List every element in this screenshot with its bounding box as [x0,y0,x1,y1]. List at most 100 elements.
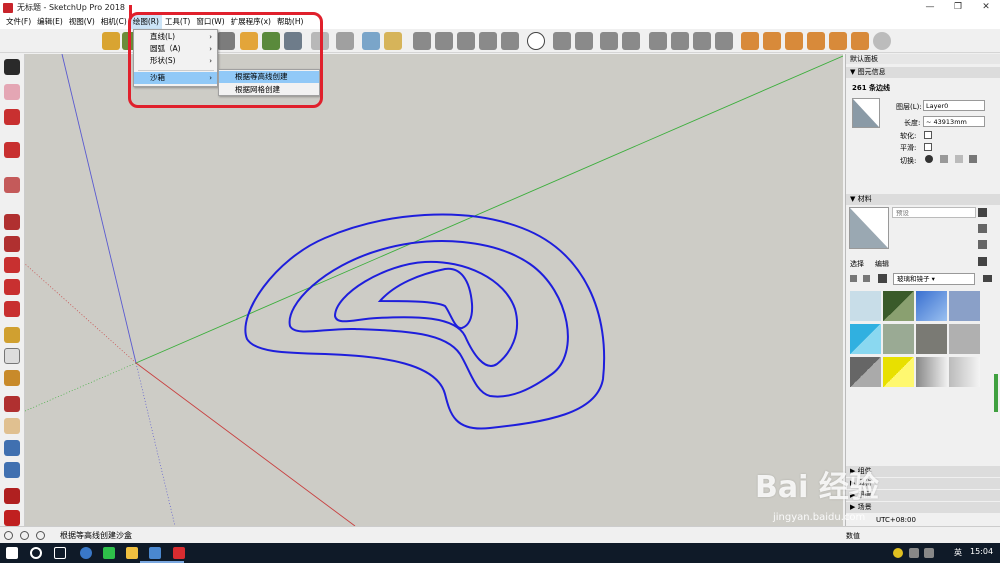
menu-view[interactable]: 视图(V) [66,15,98,29]
file-explorer-icon[interactable] [126,547,138,559]
move-icon[interactable] [4,257,20,273]
menu-file[interactable]: 文件(F) [3,15,34,29]
layer-select[interactable]: Layer0 [923,100,985,111]
swatch-glass-textured[interactable] [949,324,980,354]
smooth-checkbox[interactable] [924,143,932,151]
swatch-glass-blue[interactable] [916,291,947,321]
back-arrow-icon[interactable] [850,275,857,282]
model-viewport[interactable] [25,54,843,526]
tray-app-icon[interactable] [893,548,903,558]
terrain-icon[interactable] [262,32,280,50]
orbit-icon[interactable] [4,396,20,412]
wechat-icon[interactable] [103,547,115,559]
image-icon[interactable] [693,32,711,50]
network-icon[interactable] [909,548,919,558]
menu-extensions[interactable]: 扩展程序(x) [228,15,274,29]
menu-item-line[interactable]: 直线(L) › [134,31,217,43]
menu-item-shape[interactable]: 形状(S) › [134,55,217,67]
material-name-field[interactable]: 预设 [892,207,976,218]
contour-lines[interactable] [244,213,606,430]
menu-tools[interactable]: 工具(T) [162,15,193,29]
minimize-button[interactable]: — [916,0,944,15]
menu-draw[interactable]: 绘图(R) [129,15,162,29]
eraser-texture-icon[interactable] [501,32,519,50]
details-arrow-icon[interactable] [983,275,992,282]
photo-texture-icon[interactable] [284,32,302,50]
help-icon[interactable] [36,531,45,540]
house-icon[interactable] [575,32,593,50]
sandbox-tool-icon[interactable] [217,32,235,50]
message-icon[interactable] [362,32,380,50]
window-icon[interactable] [600,32,618,50]
extension-red-icon[interactable] [4,510,20,526]
box-icon[interactable] [457,32,475,50]
shadow-cast-icon[interactable] [940,155,948,163]
swatch-mirror-light[interactable] [949,357,980,387]
maximize-button[interactable]: ❐ [944,0,972,15]
geo-location-icon[interactable] [4,531,13,540]
arc-icon[interactable] [4,142,20,158]
credits-icon[interactable] [20,531,29,540]
menu-item-from-scratch[interactable]: 根据网格创建 [219,84,319,96]
rotate-icon[interactable] [4,279,20,295]
search-icon[interactable] [30,547,42,559]
section-plane-icon[interactable] [413,32,431,50]
swatch-glass-green[interactable] [883,291,914,321]
material-library-select[interactable]: 玻璃和镜子 ▾ [893,273,975,285]
zoom-extents-icon[interactable] [4,462,20,478]
material-3d-icon[interactable] [978,224,987,233]
sun-icon[interactable] [829,32,847,50]
material-default-icon[interactable] [978,240,987,249]
swatch-glass-block[interactable] [916,324,947,354]
teapot-icon[interactable] [553,32,571,50]
browser-icon[interactable] [80,547,92,559]
materials-scrollbar[interactable] [994,374,998,412]
menu-item-arc[interactable]: 圆弧（A) › [134,43,217,55]
3d-warehouse-icon[interactable] [102,32,120,50]
menu-help[interactable]: 帮助(H) [274,15,307,29]
length-field[interactable]: ~ 43913mm [923,116,985,127]
menu-window[interactable]: 窗口(W) [193,15,227,29]
menu-item-from-contours[interactable]: 根据等高线创建 [219,71,319,83]
task-view-icon[interactable] [54,547,66,559]
settings-circle-icon[interactable] [873,32,891,50]
paint-bucket-icon[interactable] [4,370,20,386]
text-icon[interactable] [4,348,20,364]
follow-me-icon[interactable] [4,236,20,252]
tab-edit[interactable]: 编辑 [875,259,889,269]
target-icon[interactable] [763,32,781,50]
mask-icon[interactable] [969,155,977,163]
photo-icon[interactable] [671,32,689,50]
forward-arrow-icon[interactable] [863,275,870,282]
hand-icon[interactable] [311,32,329,50]
swatch-glass-frosted[interactable] [883,324,914,354]
xray-icon[interactable] [435,32,453,50]
eraser-icon[interactable] [4,84,20,100]
eyedropper-icon[interactable] [978,257,987,266]
lines-icon[interactable] [479,32,497,50]
triangle-icon[interactable] [785,32,803,50]
clock[interactable]: 15:04 [970,547,993,556]
frame-icon[interactable] [622,32,640,50]
swatch-mirror[interactable] [916,357,947,387]
menu-camera[interactable]: 相机(C) [98,15,130,29]
swatch-sky-reflection[interactable] [949,291,980,321]
add-location-icon[interactable] [240,32,258,50]
close-button[interactable]: ✕ [972,0,1000,15]
windows-start-icon[interactable] [6,547,18,559]
swatch-glass-cyan[interactable] [850,324,881,354]
offset-icon[interactable] [4,301,20,317]
warehouse-share-icon[interactable] [384,32,402,50]
input-language[interactable]: 英 [954,547,962,558]
select-arrow-icon[interactable] [4,59,20,75]
zoom-icon[interactable] [4,440,20,456]
menu-item-sandbox[interactable]: 沙箱 › [134,72,217,84]
menu-edit[interactable]: 编辑(E) [34,15,66,29]
volume-icon[interactable] [924,548,934,558]
cloud-icon[interactable] [851,32,869,50]
rectangle-icon[interactable] [4,177,20,193]
bracket-icon[interactable] [741,32,759,50]
pencil-icon[interactable] [4,109,20,125]
material-create-icon[interactable] [978,208,987,217]
entity-info-header[interactable]: ▼ 图元信息 [846,67,1000,78]
